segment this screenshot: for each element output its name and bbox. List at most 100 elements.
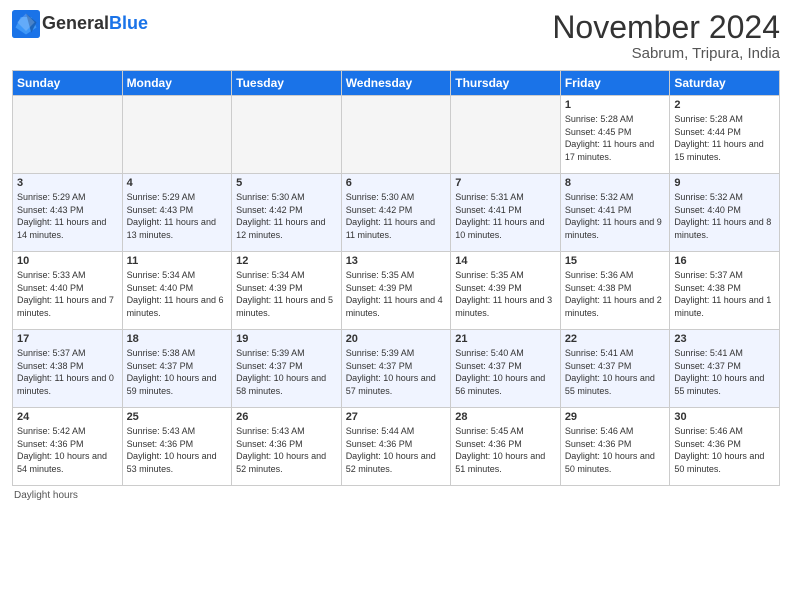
calendar-cell: 11 Sunrise: 5:34 AM Sunset: 4:40 PM Dayli…	[122, 252, 232, 330]
day-info: Sunrise: 5:30 AM Sunset: 4:42 PM Dayligh…	[236, 191, 337, 241]
day-number: 13	[346, 255, 447, 267]
day-info: Sunrise: 5:35 AM Sunset: 4:39 PM Dayligh…	[346, 269, 447, 319]
calendar-cell: 30Sunrise: 5:46 AM Sunset: 4:36 PM Dayli…	[670, 408, 780, 486]
day-info: Sunrise: 5:33 AM Sunset: 4:40 PM Dayligh…	[17, 269, 118, 319]
day-info: Sunrise: 5:37 AM Sunset: 4:38 PM Dayligh…	[674, 269, 775, 319]
calendar-cell	[232, 96, 342, 174]
day-number: 16	[674, 255, 775, 267]
day-info: Sunrise: 5:32 AM Sunset: 4:41 PM Dayligh…	[565, 191, 666, 241]
calendar-cell: 10Sunrise: 5:33 AM Sunset: 4:40 PM Dayli…	[13, 252, 123, 330]
day-number: 27	[346, 411, 447, 423]
logo: General Blue	[12, 10, 148, 38]
calendar-cell: 23 Sunrise: 5:41 AM Sunset: 4:37 PM Dayli…	[670, 330, 780, 408]
day-number: 15	[565, 255, 666, 267]
calendar-cell	[122, 96, 232, 174]
calendar-cell: 28 Sunrise: 5:45 AM Sunset: 4:36 PM Dayli…	[451, 408, 561, 486]
day-number: 14	[455, 255, 556, 267]
calendar-cell: 15 Sunrise: 5:36 AM Sunset: 4:38 PM Dayli…	[560, 252, 670, 330]
day-number: 1	[565, 99, 666, 111]
calendar-cell: 16 Sunrise: 5:37 AM Sunset: 4:38 PM Dayli…	[670, 252, 780, 330]
day-info: Sunrise: 5:37 AM Sunset: 4:38 PM Dayligh…	[17, 347, 118, 397]
day-number: 4	[127, 177, 228, 189]
day-number: 6	[346, 177, 447, 189]
calendar-cell: 18 Sunrise: 5:38 AM Sunset: 4:37 PM Dayli…	[122, 330, 232, 408]
day-info: Sunrise: 5:42 AM Sunset: 4:36 PM Dayligh…	[17, 425, 118, 475]
month-title: November 2024	[552, 10, 780, 45]
day-info: Sunrise: 5:39 AM Sunset: 4:37 PM Dayligh…	[346, 347, 447, 397]
day-number: 18	[127, 333, 228, 345]
title-block: November 2024 Sabrum, Tripura, India	[552, 10, 780, 62]
day-info: Sunrise: 5:28 AM Sunset: 4:44 PM Dayligh…	[674, 113, 775, 163]
day-info: Sunrise: 5:46 AM Sunset: 4:36 PM Dayligh…	[565, 425, 666, 475]
day-number: 28	[455, 411, 556, 423]
day-info: Sunrise: 5:38 AM Sunset: 4:37 PM Dayligh…	[127, 347, 228, 397]
day-number: 12	[236, 255, 337, 267]
logo-general: General	[42, 13, 109, 35]
col-sunday: Sunday	[13, 71, 123, 96]
day-info: Sunrise: 5:43 AM Sunset: 4:36 PM Dayligh…	[127, 425, 228, 475]
day-info: Sunrise: 5:29 AM Sunset: 4:43 PM Dayligh…	[127, 191, 228, 241]
day-number: 29	[565, 411, 666, 423]
calendar-cell	[13, 96, 123, 174]
day-number: 9	[674, 177, 775, 189]
header-row: SundayMondayTuesdayWednesdayThursdayFrid…	[13, 71, 780, 96]
day-number: 11	[127, 255, 228, 267]
day-number: 19	[236, 333, 337, 345]
calendar-cell: 21 Sunrise: 5:40 AM Sunset: 4:37 PM Dayli…	[451, 330, 561, 408]
day-info: Sunrise: 5:31 AM Sunset: 4:41 PM Dayligh…	[455, 191, 556, 241]
location: Sabrum, Tripura, India	[552, 45, 780, 62]
calendar-cell	[341, 96, 451, 174]
day-info: Sunrise: 5:32 AM Sunset: 4:40 PM Dayligh…	[674, 191, 775, 241]
calendar-cell: 7 Sunrise: 5:31 AM Sunset: 4:41 PM Daylig…	[451, 174, 561, 252]
day-info: Sunrise: 5:28 AM Sunset: 4:45 PM Dayligh…	[565, 113, 666, 163]
calendar-cell: 2Sunrise: 5:28 AM Sunset: 4:44 PM Daylig…	[670, 96, 780, 174]
calendar-cell: 14Sunrise: 5:35 AM Sunset: 4:39 PM Dayli…	[451, 252, 561, 330]
day-number: 20	[346, 333, 447, 345]
calendar-cell: 25Sunrise: 5:43 AM Sunset: 4:36 PM Dayli…	[122, 408, 232, 486]
day-info: Sunrise: 5:44 AM Sunset: 4:36 PM Dayligh…	[346, 425, 447, 475]
col-friday: Friday	[560, 71, 670, 96]
day-number: 5	[236, 177, 337, 189]
calendar-cell: 13 Sunrise: 5:35 AM Sunset: 4:39 PM Dayli…	[341, 252, 451, 330]
calendar-cell: 3 Sunrise: 5:29 AM Sunset: 4:43 PM Daylig…	[13, 174, 123, 252]
header: General Blue November 2024 Sabrum, Tripu…	[12, 10, 780, 62]
day-number: 22	[565, 333, 666, 345]
day-info: Sunrise: 5:43 AM Sunset: 4:36 PM Dayligh…	[236, 425, 337, 475]
day-info: Sunrise: 5:34 AM Sunset: 4:39 PM Dayligh…	[236, 269, 337, 319]
col-monday: Monday	[122, 71, 232, 96]
day-number: 21	[455, 333, 556, 345]
calendar-cell: 5 Sunrise: 5:30 AM Sunset: 4:42 PM Daylig…	[232, 174, 342, 252]
day-info: Sunrise: 5:30 AM Sunset: 4:42 PM Dayligh…	[346, 191, 447, 241]
day-info: Sunrise: 5:41 AM Sunset: 4:37 PM Dayligh…	[674, 347, 775, 397]
day-number: 3	[17, 177, 118, 189]
week-row-4: 17Sunrise: 5:37 AM Sunset: 4:38 PM Dayli…	[13, 330, 780, 408]
calendar-cell: 12 Sunrise: 5:34 AM Sunset: 4:39 PM Dayli…	[232, 252, 342, 330]
logo-icon	[12, 10, 40, 38]
day-number: 23	[674, 333, 775, 345]
page-container: General Blue November 2024 Sabrum, Tripu…	[0, 0, 792, 509]
day-info: Sunrise: 5:39 AM Sunset: 4:37 PM Dayligh…	[236, 347, 337, 397]
day-number: 7	[455, 177, 556, 189]
calendar-cell: 29 Sunrise: 5:46 AM Sunset: 4:36 PM Dayli…	[560, 408, 670, 486]
logo-text: General Blue	[42, 13, 148, 35]
calendar-cell: 24 Sunrise: 5:42 AM Sunset: 4:36 PM Dayli…	[13, 408, 123, 486]
footer-note: Daylight hours	[12, 490, 780, 501]
calendar-cell: 17Sunrise: 5:37 AM Sunset: 4:38 PM Dayli…	[13, 330, 123, 408]
col-thursday: Thursday	[451, 71, 561, 96]
calendar-cell: 20 Sunrise: 5:39 AM Sunset: 4:37 PM Dayli…	[341, 330, 451, 408]
calendar-cell: 19 Sunrise: 5:39 AM Sunset: 4:37 PM Dayli…	[232, 330, 342, 408]
logo-blue: Blue	[109, 13, 148, 35]
day-info: Sunrise: 5:46 AM Sunset: 4:36 PM Dayligh…	[674, 425, 775, 475]
calendar-cell: 8Sunrise: 5:32 AM Sunset: 4:41 PM Daylig…	[560, 174, 670, 252]
day-info: Sunrise: 5:36 AM Sunset: 4:38 PM Dayligh…	[565, 269, 666, 319]
day-info: Sunrise: 5:40 AM Sunset: 4:37 PM Dayligh…	[455, 347, 556, 397]
day-info: Sunrise: 5:34 AM Sunset: 4:40 PM Dayligh…	[127, 269, 228, 319]
day-info: Sunrise: 5:29 AM Sunset: 4:43 PM Dayligh…	[17, 191, 118, 241]
day-info: Sunrise: 5:45 AM Sunset: 4:36 PM Dayligh…	[455, 425, 556, 475]
week-row-3: 10Sunrise: 5:33 AM Sunset: 4:40 PM Dayli…	[13, 252, 780, 330]
calendar-cell: 1 Sunrise: 5:28 AM Sunset: 4:45 PM Daylig…	[560, 96, 670, 174]
calendar-table: SundayMondayTuesdayWednesdayThursdayFrid…	[12, 70, 780, 486]
week-row-5: 24 Sunrise: 5:42 AM Sunset: 4:36 PM Dayli…	[13, 408, 780, 486]
day-number: 24	[17, 411, 118, 423]
day-info: Sunrise: 5:41 AM Sunset: 4:37 PM Dayligh…	[565, 347, 666, 397]
